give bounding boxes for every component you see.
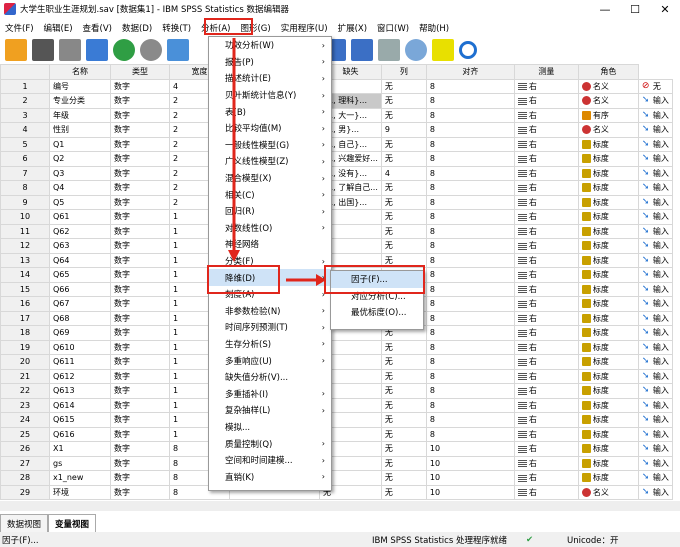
view-tabs: 数据视图 变量视图 [0, 512, 97, 532]
status-left: 因子(F)... [2, 535, 39, 546]
ready-icon: ✔ [526, 534, 534, 545]
tab-variable-view[interactable]: 变量视图 [48, 514, 97, 532]
status-center: IBM SPSS Statistics 处理程序就绪 [372, 535, 507, 546]
annotation-arrows [228, 38, 326, 286]
status-unicode: Unicode：开 [567, 535, 619, 546]
tab-data-view[interactable]: 数据视图 [0, 514, 49, 532]
annotation-arrowhead-right [316, 274, 326, 286]
horizontal-scrollbar[interactable] [0, 501, 680, 511]
status-bar: 因子(F)... IBM SPSS Statistics 处理程序就绪 ✔ Un… [0, 532, 680, 547]
annotation-arrowhead-down [228, 250, 240, 262]
